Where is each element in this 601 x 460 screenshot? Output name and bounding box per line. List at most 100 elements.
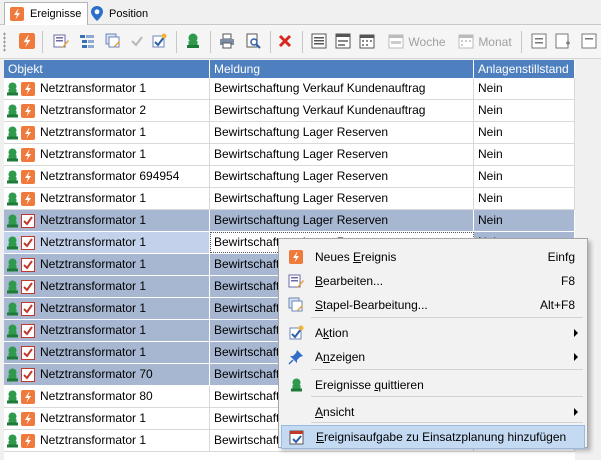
- action-button[interactable]: [148, 30, 170, 54]
- cell-meldung[interactable]: Bewirtschaftung Verkauf Kundenauftrag: [210, 78, 474, 99]
- print-preview-button[interactable]: [242, 30, 264, 54]
- acknowledge-icon: [283, 378, 309, 392]
- column-header-meldung[interactable]: Meldung: [210, 60, 474, 78]
- cell-objekt[interactable]: Netztransformator 1: [4, 408, 210, 429]
- print-button[interactable]: [216, 30, 238, 54]
- batch-edit-button[interactable]: [102, 30, 124, 54]
- menu-item-label: Stapel-Bearbeitung...: [315, 298, 428, 312]
- cell-meldung[interactable]: Bewirtschaftung Lager Reserven: [210, 144, 474, 165]
- check-button[interactable]: [126, 30, 148, 54]
- cell-meldung[interactable]: Bewirtschaftung Lager Reserven: [210, 188, 474, 209]
- cell-anlagenstillstand[interactable]: Nein: [474, 122, 575, 143]
- cell-objekt[interactable]: Netztransformator 1: [4, 232, 210, 253]
- objekt-text: Netztransformator 70: [40, 367, 153, 381]
- acknowledge-icon: [7, 368, 18, 382]
- cell-meldung[interactable]: Bewirtschaftung Verkauf Kundenauftrag: [210, 100, 474, 121]
- checkmark-icon: [130, 34, 144, 51]
- acknowledge-button[interactable]: [182, 30, 204, 54]
- list-button[interactable]: [76, 30, 98, 54]
- cell-anlagenstillstand[interactable]: Nein: [474, 100, 575, 121]
- new-event-button[interactable]: [16, 30, 38, 54]
- cell-objekt[interactable]: Netztransformator 1: [4, 122, 210, 143]
- task-check-icon: [21, 279, 35, 294]
- menu-separator: [311, 369, 583, 370]
- cell-objekt[interactable]: Netztransformator 1: [4, 188, 210, 209]
- cell-objekt[interactable]: Netztransformator 1: [4, 254, 210, 275]
- menu-item-view[interactable]: Ansicht: [281, 400, 585, 424]
- menu-item-new-event[interactable]: Neues Ereignis Einfg: [281, 245, 585, 269]
- table-row[interactable]: Netztransformator 1 Bewirtschaftung Lager…: [4, 122, 575, 144]
- context-menu: Neues Ereignis Einfg Bearbeiten... F8 Stapel…: [278, 238, 588, 449]
- list-view-icon: [311, 33, 327, 52]
- cell-objekt[interactable]: Netztransformator 1: [4, 210, 210, 231]
- cell-anlagenstillstand[interactable]: Nein: [474, 210, 575, 231]
- delete-x-icon: [278, 34, 292, 51]
- objekt-text: Netztransformator 1: [40, 411, 147, 425]
- column-header-anlagenstillstand[interactable]: Anlagenstillstand: [474, 60, 575, 78]
- menu-item-action[interactable]: Aktion: [281, 321, 585, 345]
- collapse-button[interactable]: [528, 30, 550, 54]
- menu-item-edit[interactable]: Bearbeiten... F8: [281, 269, 585, 293]
- table-row[interactable]: Netztransformator 694954 Bewirtschaftung …: [4, 166, 575, 188]
- edit-button[interactable]: [50, 30, 72, 54]
- cell-objekt[interactable]: Netztransformator 80: [4, 386, 210, 407]
- cell-anlagenstillstand[interactable]: Nein: [474, 166, 575, 187]
- more-button[interactable]: [578, 30, 600, 54]
- calendar-button[interactable]: [356, 30, 378, 54]
- grid-header: Objekt Meldung Anlagenstillstand: [4, 60, 575, 78]
- cell-objekt[interactable]: Netztransformator 1: [4, 430, 210, 451]
- menu-item-acknowledge[interactable]: Ereignisse quittieren: [281, 373, 585, 397]
- cell-objekt[interactable]: Netztransformator 1: [4, 320, 210, 341]
- cell-meldung[interactable]: Bewirtschaftung Lager Reserven: [210, 210, 474, 231]
- cell-meldung[interactable]: Bewirtschaftung Lager Reserven: [210, 122, 474, 143]
- shortcut-text: F8: [560, 274, 575, 288]
- form-view-icon: [335, 33, 351, 52]
- lightning-icon: [21, 169, 35, 184]
- view-form-button[interactable]: [332, 30, 354, 54]
- cell-anlagenstillstand[interactable]: Nein: [474, 78, 575, 99]
- tab-position[interactable]: Position: [86, 2, 154, 25]
- objekt-text: Netztransformator 1: [40, 235, 147, 249]
- cell-objekt[interactable]: Netztransformator 694954: [4, 166, 210, 187]
- table-row[interactable]: Netztransformator 1 Bewirtschaftung Verka…: [4, 78, 575, 100]
- objekt-text: Netztransformator 2: [40, 103, 147, 117]
- menu-item-show[interactable]: Anzeigen: [281, 345, 585, 369]
- cell-anlagenstillstand[interactable]: Nein: [474, 188, 575, 209]
- acknowledge-icon: [7, 148, 18, 162]
- week-button[interactable]: Woche: [384, 30, 450, 54]
- edit-form-icon: [283, 273, 309, 289]
- cell-meldung[interactable]: Bewirtschaftung Lager Reserven: [210, 166, 474, 187]
- menu-item-label: Bearbeiten...: [315, 274, 384, 288]
- expand-button[interactable]: [552, 30, 574, 54]
- column-header-objekt[interactable]: Objekt: [4, 60, 210, 78]
- task-check-icon: [21, 235, 35, 250]
- cell-objekt[interactable]: Netztransformator 1: [4, 78, 210, 99]
- edit-form-icon: [53, 33, 69, 52]
- cell-anlagenstillstand[interactable]: Nein: [474, 144, 575, 165]
- acknowledge-icon: [187, 33, 199, 52]
- objekt-text: Netztransformator 1: [40, 433, 147, 447]
- table-row[interactable]: Netztransformator 1 Bewirtschaftung Lager…: [4, 210, 575, 232]
- toolbar-grip[interactable]: [3, 32, 6, 52]
- toolbar: Woche Monat: [0, 25, 601, 59]
- lightning-icon: [21, 191, 35, 206]
- lightning-icon: [21, 103, 35, 118]
- menu-item-add-to-planning[interactable]: Ereignisaufgabe zu Einsatzplanung hinzuf…: [281, 425, 585, 449]
- month-button[interactable]: Monat: [454, 30, 516, 54]
- cell-objekt[interactable]: Netztransformator 1: [4, 144, 210, 165]
- acknowledge-icon: [7, 192, 18, 206]
- cell-objekt[interactable]: Netztransformator 1: [4, 342, 210, 363]
- cell-objekt[interactable]: Netztransformator 2: [4, 100, 210, 121]
- table-row[interactable]: Netztransformator 1 Bewirtschaftung Lager…: [4, 188, 575, 210]
- menu-item-batch-edit[interactable]: Stapel-Bearbeitung... Alt+F8: [281, 293, 585, 317]
- view-list-button[interactable]: [308, 30, 330, 54]
- table-row[interactable]: Netztransformator 2 Bewirtschaftung Verka…: [4, 100, 575, 122]
- cell-objekt[interactable]: Netztransformator 70: [4, 364, 210, 385]
- tab-label: Position: [109, 7, 149, 20]
- objekt-text: Netztransformator 1: [40, 213, 147, 227]
- tab-ereignisse[interactable]: Ereignisse: [4, 2, 89, 26]
- cell-objekt[interactable]: Netztransformator 1: [4, 298, 210, 319]
- cell-objekt[interactable]: Netztransformator 1: [4, 276, 210, 297]
- delete-button[interactable]: [274, 30, 296, 54]
- table-row[interactable]: Netztransformator 1 Bewirtschaftung Lager…: [4, 144, 575, 166]
